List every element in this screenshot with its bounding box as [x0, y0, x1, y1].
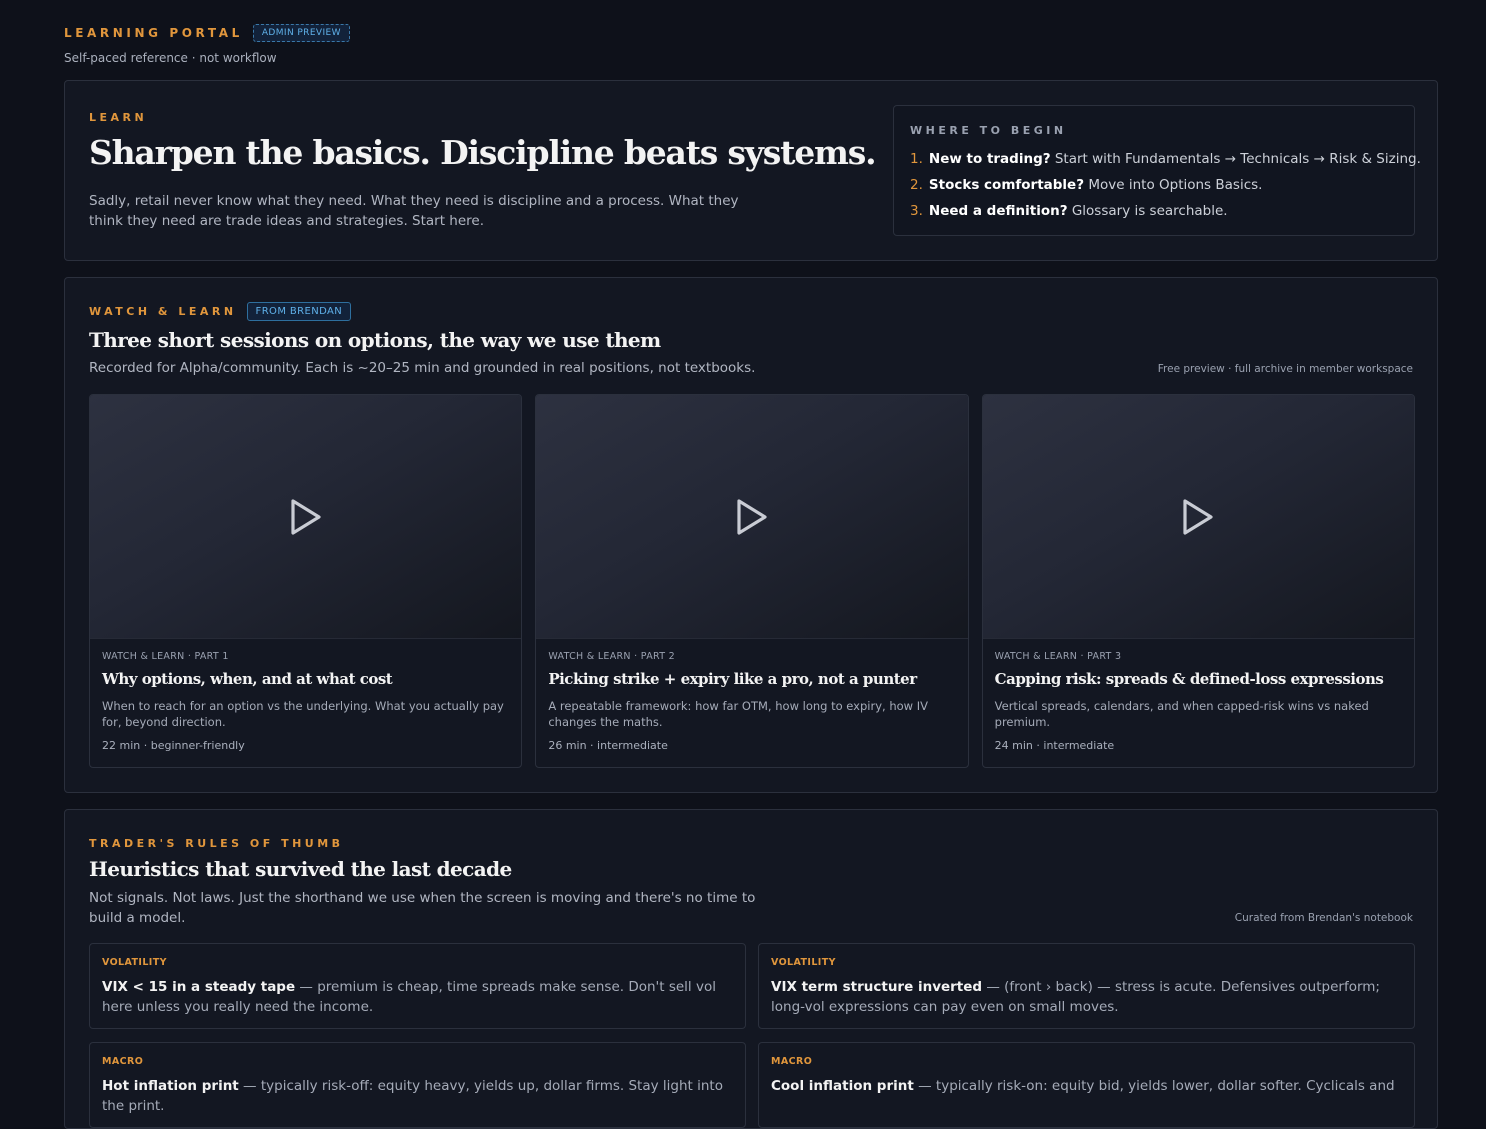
rules-eyebrow: TRADER'S RULES OF THUMB: [89, 837, 344, 850]
watch-learn-header: WATCH & LEARN FROM BRENDAN: [89, 302, 352, 321]
rule-category: VOLATILITY: [771, 957, 836, 968]
video-cards: WATCH & LEARN · PART 1 Why options, when…: [89, 394, 1415, 768]
rules-of-thumb-panel: TRADER'S RULES OF THUMB Heuristics that …: [64, 809, 1438, 1129]
video-card[interactable]: WATCH & LEARN · PART 1 Why options, when…: [89, 394, 523, 768]
watch-learn-eyebrow: WATCH & LEARN: [89, 305, 237, 318]
video-meta: WATCH & LEARN · PART 1: [102, 651, 229, 662]
rule-category: VOLATILITY: [102, 957, 167, 968]
video-meta: WATCH & LEARN · PART 2: [548, 651, 675, 662]
video-description: Vertical spreads, calendars, and when ca…: [994, 699, 1369, 729]
watch-learn-note: Free preview · full archive in member wo…: [1157, 363, 1413, 375]
learn-lede: Sadly, retail never know what they need.…: [89, 193, 739, 229]
rule-card: MACRO Hot inflation print — typically ri…: [89, 1042, 746, 1128]
begin-step[interactable]: 2. Stocks comfortable? Move into Options …: [910, 172, 1421, 198]
rules-grid: VOLATILITY VIX < 15 in a steady tape — p…: [89, 943, 1415, 1128]
where-to-begin-box: WHERE TO BEGIN 1. New to trading? Start w…: [893, 105, 1421, 236]
begin-step[interactable]: 3. Need a definition? Glossary is searcha…: [910, 198, 1421, 224]
video-thumbnail[interactable]: [536, 395, 968, 639]
video-thumbnail[interactable]: [90, 395, 522, 639]
video-title[interactable]: Capping risk: spreads & defined-loss exp…: [995, 670, 1384, 688]
rule-category: MACRO: [771, 1056, 813, 1067]
portal-title: LEARNING PORTAL: [64, 26, 243, 40]
rule-card: VOLATILITY VIX term structure inverted —…: [758, 943, 1415, 1029]
rules-subtitle: Not signals. Not laws. Just the shorthan…: [89, 890, 756, 926]
learn-panel: LEARN Sharpen the basics. Discipline bea…: [64, 80, 1438, 261]
rules-title: Heuristics that survived the last decade: [89, 857, 512, 881]
play-icon[interactable]: [1180, 497, 1216, 537]
rule-text: VIX term structure inverted — (front › b…: [771, 979, 1380, 1015]
video-duration: 24 min · intermediate: [994, 739, 1115, 752]
video-card[interactable]: WATCH & LEARN · PART 3 Capping risk: spr…: [981, 394, 1415, 768]
learn-headline: Sharpen the basics. Discipline beats sys…: [89, 133, 877, 172]
video-title[interactable]: Why options, when, and at what cost: [102, 670, 393, 688]
video-duration: 22 min · beginner-friendly: [102, 739, 245, 752]
rules-note: Curated from Brendan's notebook: [1234, 912, 1413, 924]
play-icon[interactable]: [288, 497, 324, 537]
from-brendan-badge: FROM BRENDAN: [246, 302, 352, 321]
learn-eyebrow: LEARN: [89, 111, 148, 124]
video-meta: WATCH & LEARN · PART 3: [994, 651, 1122, 662]
video-description: A repeatable framework: how far OTM, how…: [548, 699, 928, 729]
rule-card: MACRO Cool inflation print — typically r…: [758, 1042, 1415, 1128]
admin-preview-badge: ADMIN PREVIEW: [252, 24, 350, 42]
watch-learn-panel: WATCH & LEARN FROM BRENDAN Three short s…: [64, 277, 1438, 793]
watch-learn-title: Three short sessions on options, the way…: [89, 328, 661, 352]
rule-category: MACRO: [102, 1056, 144, 1067]
video-description: When to reach for an option vs the under…: [102, 699, 504, 729]
video-duration: 26 min · intermediate: [548, 739, 668, 752]
where-to-begin-list: 1. New to trading? Start with Fundamental…: [910, 146, 1421, 224]
video-thumbnail[interactable]: [982, 395, 1414, 639]
portal-subtitle: Self-paced reference · not workflow: [64, 51, 277, 65]
portal-header: LEARNING PORTAL ADMIN PREVIEW Self-paced…: [64, 24, 350, 65]
where-to-begin-title: WHERE TO BEGIN: [910, 124, 1067, 137]
video-title[interactable]: Picking strike + expiry like a pro, not …: [548, 670, 917, 688]
video-card[interactable]: WATCH & LEARN · PART 2 Picking strike + …: [535, 394, 969, 768]
play-icon[interactable]: [734, 497, 770, 537]
rule-text: Hot inflation print — typically risk-off…: [102, 1078, 723, 1114]
rule-text: VIX < 15 in a steady tape — premium is c…: [102, 979, 716, 1015]
rule-text: Cool inflation print — typically risk-on…: [771, 1078, 1395, 1094]
begin-step[interactable]: 1. New to trading? Start with Fundamental…: [910, 146, 1421, 172]
rule-card: VOLATILITY VIX < 15 in a steady tape — p…: [89, 943, 746, 1029]
watch-learn-subtitle: Recorded for Alpha/community. Each is ~2…: [89, 360, 756, 376]
